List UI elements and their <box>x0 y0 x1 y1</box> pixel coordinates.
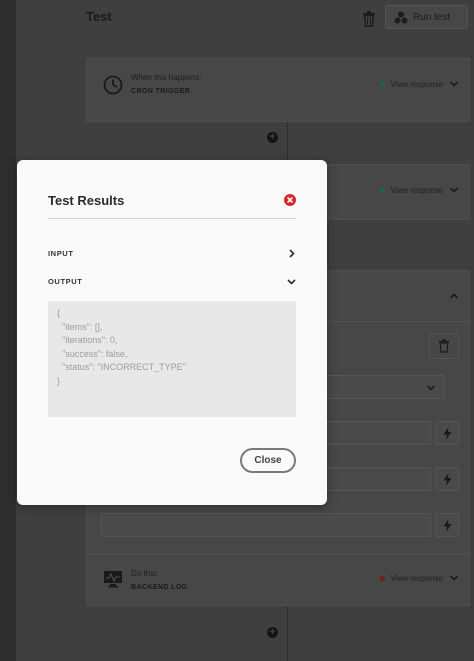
backend-log-step-card[interactable]: Do this: BACKEND LOG View response <box>86 554 470 606</box>
bolt-icon <box>443 518 451 532</box>
add-step-icon[interactable]: + <box>267 627 278 638</box>
clock-icon <box>103 75 123 95</box>
test-results-modal: Test Results INPUT OUTPUT { "items": [],… <box>17 160 327 505</box>
page-title: Test <box>86 9 112 24</box>
chevron-down-icon <box>426 385 436 391</box>
bolt-icon <box>443 426 451 440</box>
chevron-down-icon <box>287 278 296 285</box>
status-dot <box>379 575 385 581</box>
step-name: CRON TRIGGER <box>131 88 191 95</box>
chevron-right-icon <box>289 248 295 258</box>
view-response-link[interactable]: View response <box>379 185 459 195</box>
bolt-button[interactable] <box>435 513 459 537</box>
step-connector <box>287 606 288 661</box>
view-response-link[interactable]: View response <box>379 573 459 583</box>
step-label: When this happens: <box>131 73 202 82</box>
view-response-label: View response <box>390 79 443 89</box>
json-line: } <box>57 375 61 386</box>
run-test-button[interactable]: Run test <box>385 5 468 29</box>
input-section-label: INPUT <box>48 248 74 258</box>
close-icon[interactable] <box>284 194 296 206</box>
modal-title: Test Results <box>48 193 125 208</box>
modal-divider <box>48 218 296 219</box>
output-json-viewer: { "items": [], "iterations": 0, "success… <box>48 301 296 417</box>
json-line: "iterations": 0, <box>57 335 118 345</box>
run-test-label: Run test <box>413 11 451 23</box>
left-gutter <box>0 0 16 661</box>
json-line: "status": "INCORRECT_TYPE" <box>57 362 186 372</box>
step-name: BACKEND LOG <box>131 584 188 591</box>
step-label: Do this: <box>131 569 159 578</box>
bolt-icon <box>443 472 451 486</box>
json-line: "success": false, <box>57 348 128 359</box>
close-button[interactable]: Close <box>240 448 296 473</box>
monitor-icon <box>104 571 122 588</box>
delete-step-button[interactable] <box>429 333 459 359</box>
json-line: "items": [], <box>57 321 103 332</box>
output-section-toggle[interactable]: OUTPUT <box>48 273 296 289</box>
view-response-label: View response <box>390 573 443 583</box>
bubbles-icon <box>394 11 408 23</box>
json-line: { <box>57 308 61 318</box>
bolt-button[interactable] <box>435 421 459 445</box>
trash-icon <box>438 339 450 353</box>
view-response-link[interactable]: View response <box>379 79 459 89</box>
view-response-label: View response <box>390 185 443 195</box>
input-section-toggle[interactable]: INPUT <box>48 245 296 261</box>
chevron-up-icon[interactable] <box>449 291 459 301</box>
chevron-down-icon <box>449 81 459 87</box>
add-step-icon[interactable]: + <box>267 132 278 143</box>
bolt-button[interactable] <box>435 467 459 491</box>
chevron-down-icon <box>449 187 459 193</box>
trash-icon[interactable] <box>362 11 376 27</box>
step-connector <box>287 122 288 164</box>
chevron-down-icon <box>449 575 459 581</box>
status-dot <box>379 81 385 87</box>
trigger-step-card[interactable]: When this happens: CRON TRIGGER View res… <box>86 58 470 122</box>
status-dot <box>379 187 385 193</box>
text-field[interactable] <box>101 513 431 537</box>
output-section-label: OUTPUT <box>48 276 83 286</box>
